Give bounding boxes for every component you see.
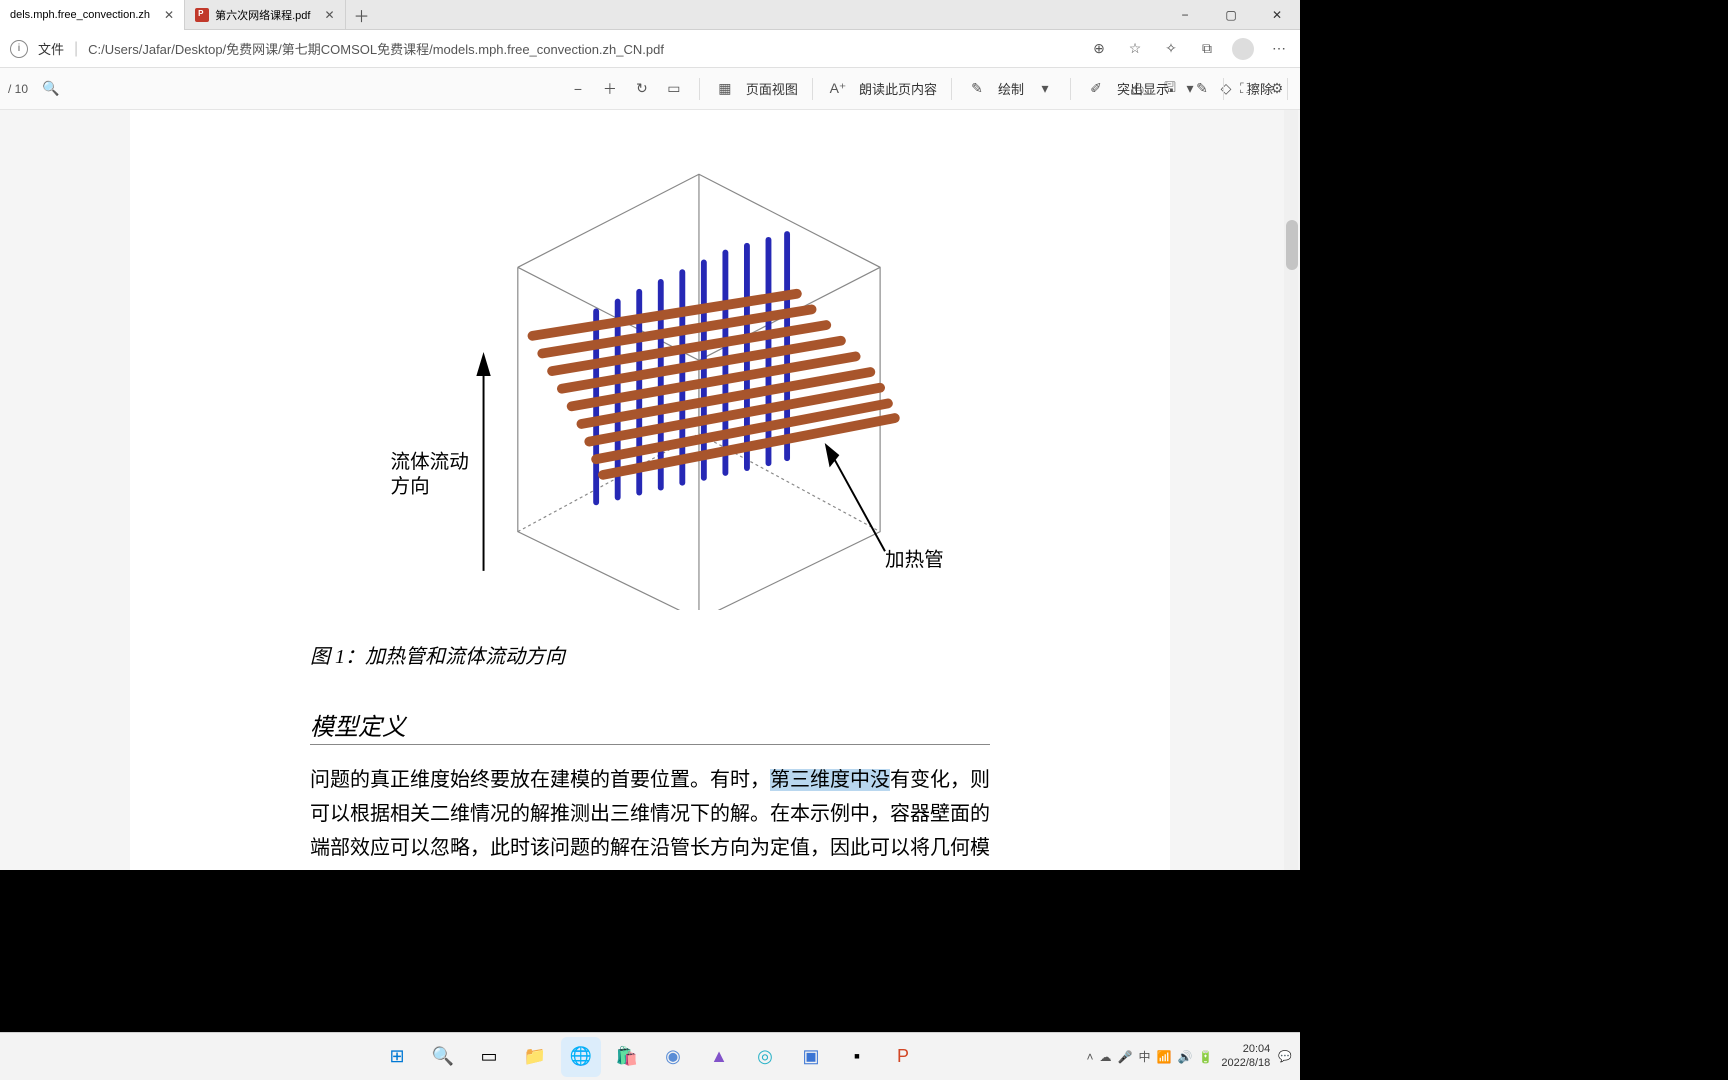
body-paragraph[interactable]: 问题的真正维度始终要放在建模的首要位置。有时，第三维度中没有变化，则可以根据相关… bbox=[310, 763, 990, 870]
settings-icon[interactable]: ⚙ bbox=[1262, 74, 1292, 104]
app-cyan-button[interactable]: ◎ bbox=[745, 1037, 785, 1077]
flow-label-2: 方向 bbox=[391, 476, 430, 498]
fullscreen-icon[interactable]: ⛶ bbox=[1230, 74, 1260, 104]
flow-label-1: 流体流动 bbox=[391, 451, 469, 473]
app-purple-button[interactable]: ▲ bbox=[699, 1037, 739, 1077]
save-as-icon[interactable]: ✎ bbox=[1187, 74, 1217, 104]
clock[interactable]: 20:04 2022/8/18 bbox=[1221, 1043, 1270, 1069]
page-view-button[interactable]: 页面视图 bbox=[742, 79, 802, 98]
body-pre: 问题的真正维度始终要放在建模的首要位置。有时， bbox=[310, 769, 770, 791]
address-actions: ⊕ ☆ ✧ ⧉ ⋯ bbox=[1088, 38, 1290, 60]
tube-label: 加热管 bbox=[885, 549, 944, 571]
maximize-button[interactable]: ▢ bbox=[1208, 0, 1254, 30]
browser-window: dels.mph.free_convection.zh ✕ 第六次网络课程.pd… bbox=[0, 0, 1300, 870]
chevron-up-icon[interactable]: ˄ bbox=[1087, 1050, 1094, 1064]
onedrive-icon[interactable]: ☁ bbox=[1100, 1050, 1112, 1064]
read-aloud-button[interactable]: 朗读此页内容 bbox=[855, 79, 941, 98]
scrollbar-thumb[interactable] bbox=[1286, 220, 1298, 270]
draw-icon[interactable]: ✎ bbox=[962, 74, 992, 104]
divider bbox=[951, 78, 952, 100]
start-button[interactable]: ⊞ bbox=[377, 1037, 417, 1077]
tab-1-label: dels.mph.free_convection.zh bbox=[10, 9, 150, 21]
fit-width-button[interactable]: ▭ bbox=[659, 74, 689, 104]
tray-icons: ˄ ☁ 🎤 中 📶 🔊 🔋 bbox=[1087, 1048, 1214, 1065]
highlight-icon[interactable]: ✐ bbox=[1081, 74, 1111, 104]
app-dark-button[interactable]: ▪ bbox=[837, 1037, 877, 1077]
address-bar: i 文件 | C:/Users/Jafar/Desktop/免费网课/第七期CO… bbox=[0, 30, 1300, 68]
rotate-button[interactable]: ↻ bbox=[627, 74, 657, 104]
tab-2-label: 第六次网络课程.pdf bbox=[215, 7, 310, 23]
app-blue-button[interactable]: ◉ bbox=[653, 1037, 693, 1077]
page-indicator: / 10 🔍 bbox=[8, 74, 66, 104]
pdf-icon bbox=[195, 8, 209, 22]
section-heading: 模型定义 bbox=[310, 707, 990, 745]
divider bbox=[1223, 78, 1224, 100]
tab-2[interactable]: 第六次网络课程.pdf ✕ bbox=[185, 0, 345, 30]
date: 2022/8/18 bbox=[1221, 1057, 1270, 1070]
zoom-in-button[interactable]: ＋ bbox=[595, 74, 625, 104]
info-icon[interactable]: i bbox=[10, 40, 28, 58]
divider bbox=[812, 78, 813, 100]
tab-1[interactable]: dels.mph.free_convection.zh ✕ bbox=[0, 0, 185, 30]
battery-icon[interactable]: 🔋 bbox=[1198, 1050, 1213, 1064]
pdf-toolbar: / 10 🔍 − ＋ ↻ ▭ ▦ 页面视图 A⁺ 朗读此页内容 ✎ 绘制 ▾ ✐ bbox=[0, 68, 1300, 110]
divider bbox=[1070, 78, 1071, 100]
url-path[interactable]: C:/Users/Jafar/Desktop/免费网课/第七期COMSOL免费课… bbox=[88, 39, 1078, 58]
close-icon[interactable]: ✕ bbox=[164, 8, 174, 22]
more-icon[interactable]: ⋯ bbox=[1268, 38, 1290, 60]
search-icon[interactable]: 🔍 bbox=[36, 74, 66, 104]
close-icon[interactable]: ✕ bbox=[324, 8, 334, 22]
read-aloud-icon[interactable]: A⁺ bbox=[823, 74, 853, 104]
collections-icon[interactable]: ⧉ bbox=[1196, 38, 1218, 60]
figure-1: 流体流动 方向 加热管 bbox=[310, 140, 990, 610]
print-icon[interactable]: ⎙ bbox=[1123, 74, 1153, 104]
file-explorer-button[interactable]: 📁 bbox=[515, 1037, 555, 1077]
file-label: 文件 bbox=[38, 39, 64, 58]
save-icon[interactable]: 🖫 bbox=[1155, 74, 1185, 104]
letterbox-right bbox=[1300, 0, 1728, 1080]
draw-button[interactable]: 绘制 bbox=[994, 79, 1028, 98]
mic-icon[interactable]: 🎤 bbox=[1118, 1050, 1133, 1064]
zoom-out-button[interactable]: − bbox=[563, 74, 593, 104]
profile-avatar[interactable] bbox=[1232, 38, 1254, 60]
new-tab-button[interactable]: ＋ bbox=[346, 3, 378, 27]
notifications-icon[interactable]: 💬 bbox=[1278, 1050, 1292, 1063]
task-view-button[interactable]: ▭ bbox=[469, 1037, 509, 1077]
minimize-button[interactable]: − bbox=[1162, 0, 1208, 30]
chevron-down-icon[interactable]: ▾ bbox=[1030, 74, 1060, 104]
favorite-icon[interactable]: ☆ bbox=[1124, 38, 1146, 60]
selected-text: 第三维度中没 bbox=[770, 769, 890, 791]
pdf-page: 流体流动 方向 加热管 图 1：加热管和流体流动方向 模型定义 问题的真正维度始… bbox=[130, 110, 1170, 870]
page-view-icon[interactable]: ▦ bbox=[710, 74, 740, 104]
store-button[interactable]: 🛍️ bbox=[607, 1037, 647, 1077]
tab-bar: dels.mph.free_convection.zh ✕ 第六次网络课程.pd… bbox=[0, 0, 1300, 30]
taskbar-apps: ⊞ 🔍 ▭ 📁 🌐 🛍️ ◉ ▲ ◎ ▣ ▪ P bbox=[377, 1037, 923, 1077]
wifi-icon[interactable]: 📶 bbox=[1157, 1050, 1172, 1064]
pdf-viewer[interactable]: 流体流动 方向 加热管 图 1：加热管和流体流动方向 模型定义 问题的真正维度始… bbox=[0, 110, 1300, 870]
system-tray: ˄ ☁ 🎤 中 📶 🔊 🔋 20:04 2022/8/18 💬 bbox=[1087, 1043, 1292, 1069]
zoom-icon[interactable]: ⊕ bbox=[1088, 38, 1110, 60]
favorites-bar-icon[interactable]: ✧ bbox=[1160, 38, 1182, 60]
windows-taskbar: ⊞ 🔍 ▭ 📁 🌐 🛍️ ◉ ▲ ◎ ▣ ▪ P ˄ ☁ 🎤 中 📶 🔊 🔋 2… bbox=[0, 1032, 1300, 1080]
search-button[interactable]: 🔍 bbox=[423, 1037, 463, 1077]
divider bbox=[699, 78, 700, 100]
volume-icon[interactable]: 🔊 bbox=[1177, 1050, 1192, 1064]
close-window-button[interactable]: ✕ bbox=[1254, 0, 1300, 30]
app-bluesq-button[interactable]: ▣ bbox=[791, 1037, 831, 1077]
time: 20:04 bbox=[1221, 1043, 1270, 1056]
edge-button[interactable]: 🌐 bbox=[561, 1037, 601, 1077]
separator: | bbox=[74, 40, 78, 58]
window-controls: − ▢ ✕ bbox=[1162, 0, 1300, 30]
ime-indicator[interactable]: 中 bbox=[1138, 1048, 1150, 1065]
powerpoint-button[interactable]: P bbox=[883, 1037, 923, 1077]
figure-caption: 图 1：加热管和流体流动方向 bbox=[310, 640, 990, 669]
figure-diagram: 流体流动 方向 加热管 bbox=[330, 140, 970, 610]
page-count: / 10 bbox=[8, 82, 28, 96]
